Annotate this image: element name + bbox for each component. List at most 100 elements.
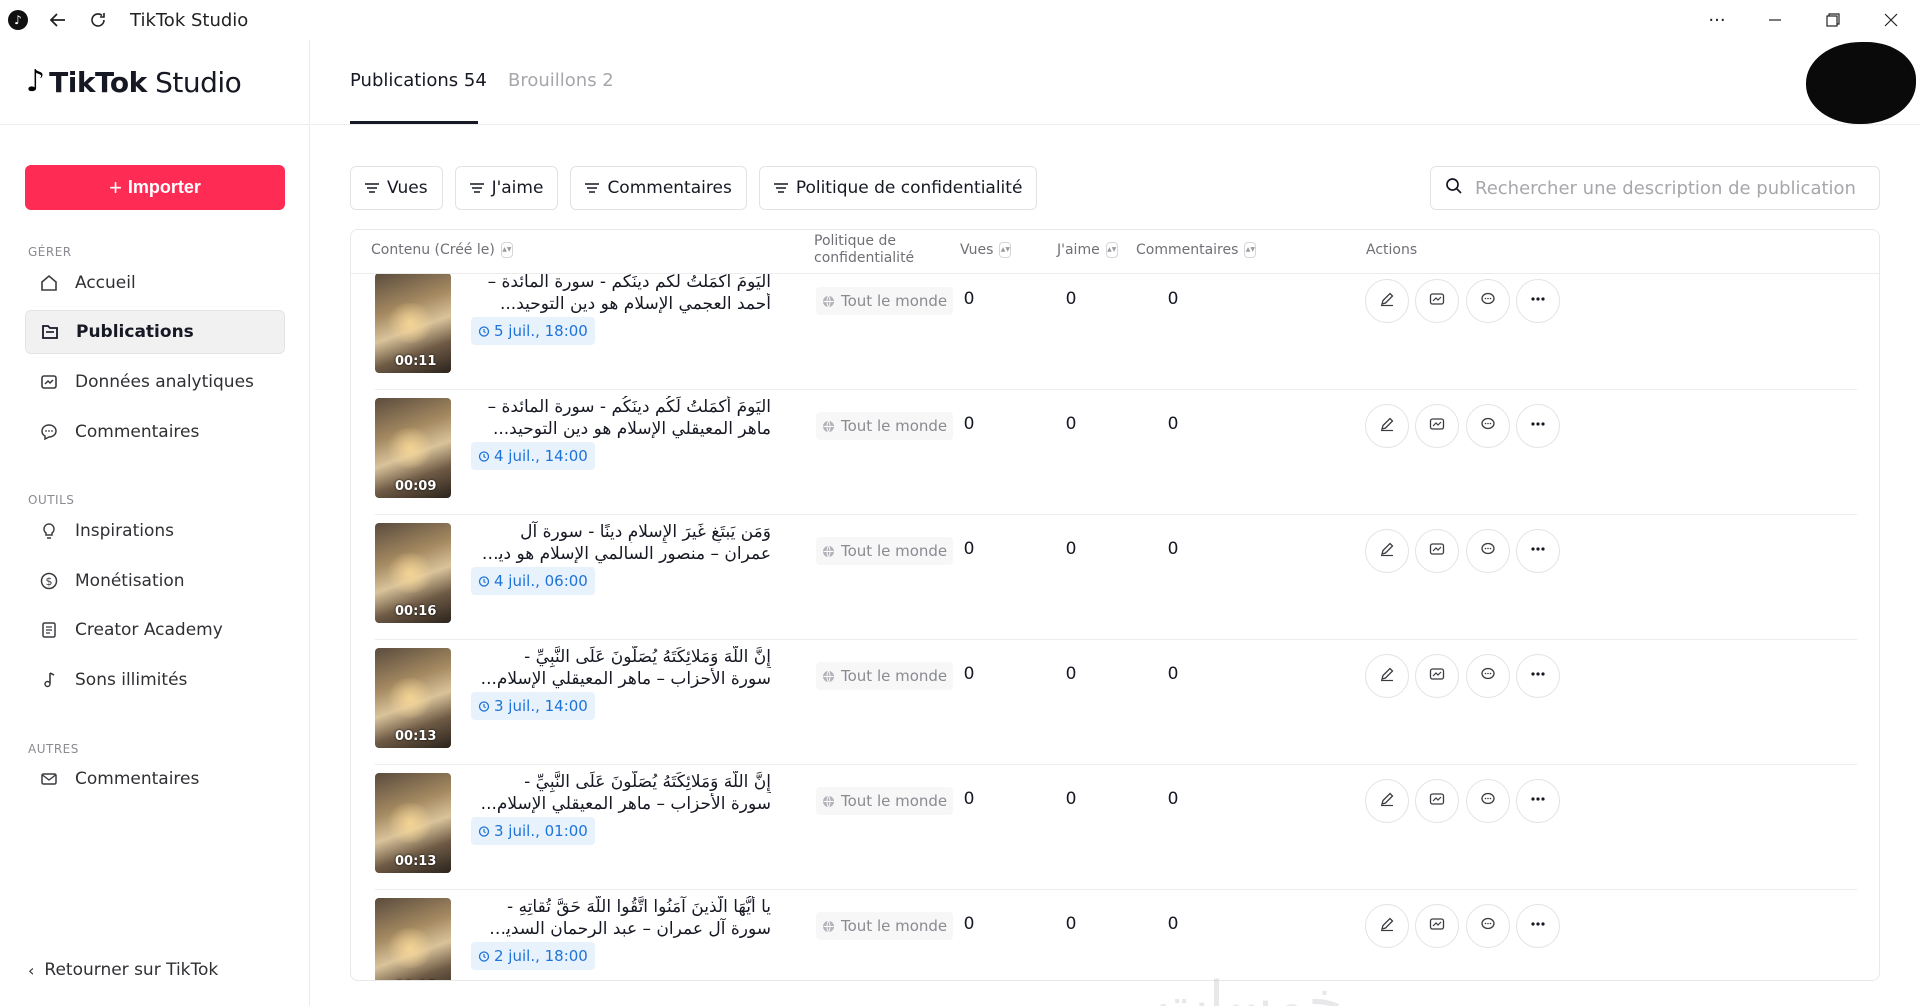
globe-icon: [822, 295, 835, 308]
views-count: 0: [963, 289, 975, 309]
more-options-button[interactable]: [1516, 904, 1560, 948]
back-arrow-icon[interactable]: [40, 2, 76, 38]
comments-count: 0: [1167, 539, 1179, 559]
comments-button[interactable]: [1466, 279, 1510, 323]
table-header: Contenu (Créé le) ▲▼ Politique de confid…: [351, 230, 1879, 274]
analytics-button[interactable]: [1415, 654, 1459, 698]
sort-icon: ▲▼: [1244, 242, 1257, 258]
video-thumbnail[interactable]: 00:16: [375, 523, 451, 623]
analytics-button[interactable]: [1415, 404, 1459, 448]
search-input[interactable]: [1475, 177, 1865, 199]
window-title: TikTok Studio: [130, 9, 249, 31]
restore-button[interactable]: [1804, 0, 1862, 40]
search-box[interactable]: [1430, 166, 1880, 210]
more-options-button[interactable]: [1516, 654, 1560, 698]
minimize-button[interactable]: [1746, 0, 1804, 40]
scheduled-date-badge: 3 juil., 14:00: [471, 692, 595, 720]
filter-comments-button[interactable]: Commentaires: [570, 166, 747, 210]
sidebar-item-analytics[interactable]: Données analytiques: [25, 360, 285, 404]
header-comments[interactable]: Commentaires ▲▼: [1136, 242, 1257, 258]
tab-posts[interactable]: Publications 54: [350, 70, 487, 91]
sidebar-item-home[interactable]: Accueil: [25, 261, 285, 305]
scheduled-date-badge: 3 juil., 01:00: [471, 817, 595, 845]
close-button[interactable]: [1862, 0, 1920, 40]
post-description[interactable]: إِنَّ اللَّهَ وَمَلائِكَتَهُ يُصَلّونَ ع…: [471, 771, 771, 815]
comment-bubble-icon: [1480, 416, 1496, 436]
more-horizontal-icon: [1530, 666, 1546, 686]
more-menu-icon[interactable]: ···: [1688, 0, 1746, 40]
post-description[interactable]: وَمَن يَبتَغِ غَيرَ الإِسلامِ دينًا - سو…: [471, 521, 771, 565]
more-options-button[interactable]: [1516, 279, 1560, 323]
more-horizontal-icon: [1530, 791, 1546, 811]
filter-views-button[interactable]: Vues: [350, 166, 443, 210]
edit-button[interactable]: [1365, 529, 1409, 573]
sidebar-item-monetization[interactable]: $ Monétisation: [25, 559, 285, 603]
analytics-button[interactable]: [1415, 904, 1459, 948]
table-row: 00:16 وَمَن يَبتَغِ غَيرَ الإِسلامِ دينً…: [375, 515, 1857, 640]
edit-button[interactable]: [1365, 904, 1409, 948]
header-content[interactable]: Contenu (Créé le) ▲▼: [371, 242, 513, 258]
avatar[interactable]: [1806, 42, 1916, 124]
globe-icon: [822, 795, 835, 808]
comments-button[interactable]: [1466, 404, 1510, 448]
comment-bubble-icon: [1480, 541, 1496, 561]
comments-button[interactable]: [1466, 654, 1510, 698]
more-options-button[interactable]: [1516, 779, 1560, 823]
analytics-icon: [1429, 916, 1445, 936]
sidebar-item-feedback[interactable]: Commentaires: [25, 757, 285, 801]
filter-privacy-button[interactable]: Politique de confidentialité: [758, 166, 1038, 210]
section-label-manage: GÉRER: [28, 245, 72, 259]
privacy-badge: Tout le monde: [816, 787, 954, 815]
analytics-button[interactable]: [1415, 779, 1459, 823]
video-thumbnail[interactable]: 00:13: [375, 648, 451, 748]
analytics-button[interactable]: [1415, 529, 1459, 573]
table-row: 00:11 اليَومَ أكمَلتُ لَكُم دينَكُم - سو…: [375, 265, 1857, 390]
comments-button[interactable]: [1466, 529, 1510, 573]
refresh-icon[interactable]: [80, 2, 116, 38]
post-description[interactable]: يا أَيُّهَا الَّذينَ آمَنُوا اتَّقُوا ال…: [471, 896, 771, 940]
privacy-badge: Tout le monde: [816, 912, 954, 940]
pencil-icon: [1379, 791, 1395, 811]
video-thumbnail[interactable]: 00:13: [375, 773, 451, 873]
edit-button[interactable]: [1365, 279, 1409, 323]
comments-button[interactable]: [1466, 904, 1510, 948]
filter-bar: Vues J'aime Commentaires Politique de co…: [350, 166, 1038, 210]
sidebar-item-sounds[interactable]: Sons illimités: [25, 658, 285, 702]
more-options-button[interactable]: [1516, 529, 1560, 573]
globe-icon: [822, 670, 835, 683]
table-row: 00:13 إِنَّ اللَّهَ وَمَلائِكَتَهُ يُصَل…: [375, 765, 1857, 890]
post-description[interactable]: إِنَّ اللَّهَ وَمَلائِكَتَهُ يُصَلّونَ ع…: [471, 646, 771, 690]
views-count: 0: [963, 664, 975, 684]
more-horizontal-icon: [1530, 416, 1546, 436]
video-thumbnail[interactable]: 00:11: [375, 273, 451, 373]
edit-button[interactable]: [1365, 779, 1409, 823]
privacy-badge: Tout le monde: [816, 537, 954, 565]
more-options-button[interactable]: [1516, 404, 1560, 448]
views-count: 0: [963, 789, 975, 809]
import-button[interactable]: + Importer: [25, 165, 285, 210]
sidebar-item-comments[interactable]: Commentaires: [25, 410, 285, 454]
video-thumbnail[interactable]: 00:09: [375, 398, 451, 498]
analytics-button[interactable]: [1415, 279, 1459, 323]
video-thumbnail[interactable]: 00:15: [375, 898, 451, 980]
views-count: 0: [963, 539, 975, 559]
tab-drafts[interactable]: Brouillons 2: [508, 70, 614, 91]
video-duration: 00:16: [395, 604, 437, 619]
header-views[interactable]: Vues ▲▼: [960, 242, 1012, 258]
sidebar-item-inspirations[interactable]: Inspirations: [25, 509, 285, 553]
edit-button[interactable]: [1365, 654, 1409, 698]
edit-button[interactable]: [1365, 404, 1409, 448]
comments-count: 0: [1167, 664, 1179, 684]
sidebar-item-academy[interactable]: Creator Academy: [25, 608, 285, 652]
header-likes[interactable]: J'aime ▲▼: [1057, 242, 1118, 258]
post-description[interactable]: اليَومَ أكمَلتُ لَكُم دينَكُم - سورة الم…: [471, 271, 771, 315]
more-horizontal-icon: [1530, 916, 1546, 936]
video-duration: 00:11: [395, 354, 437, 369]
filter-likes-button[interactable]: J'aime: [454, 166, 559, 210]
back-to-tiktok-link[interactable]: ‹ Retourner sur TikTok: [28, 960, 218, 980]
sidebar-item-posts[interactable]: Publications: [25, 310, 285, 354]
tiktok-studio-logo[interactable]: ♪ TikTok Studio: [0, 40, 309, 125]
main-content: Publications 54 Brouillons 2 Vues J'aime…: [311, 40, 1920, 1006]
comments-button[interactable]: [1466, 779, 1510, 823]
post-description[interactable]: اليَومَ أكمَلتُ لَكُم دينَكُم - سورة الم…: [471, 396, 771, 440]
